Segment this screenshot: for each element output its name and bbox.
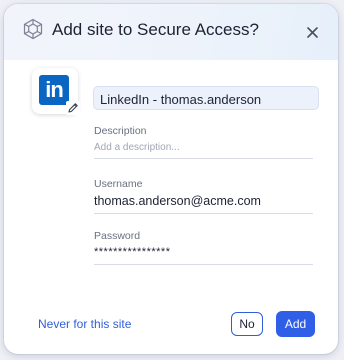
never-for-this-site-link[interactable]: Never for this site <box>38 317 131 331</box>
close-icon <box>306 26 318 38</box>
dialog-header: Add site to Secure Access? <box>4 4 338 60</box>
username-underline <box>94 213 313 214</box>
pencil-icon[interactable] <box>66 101 80 115</box>
dialog-title: Add site to Secure Access? <box>52 20 259 39</box>
no-button[interactable]: No <box>231 312 263 336</box>
site-name-field[interactable]: LinkedIn - thomas.anderson <box>93 86 319 110</box>
description-label: Description <box>94 125 147 137</box>
username-input[interactable]: thomas.anderson@acme.com <box>94 194 312 208</box>
close-button[interactable] <box>302 22 322 42</box>
password-underline <box>94 264 313 265</box>
linkedin-logo: in <box>39 75 69 105</box>
username-label: Username <box>94 178 143 190</box>
description-underline <box>94 158 313 159</box>
description-input[interactable]: Add a description... <box>94 142 312 153</box>
cube-network-icon <box>23 18 43 40</box>
password-input[interactable]: **************** <box>94 246 312 258</box>
add-site-dialog: Add site to Secure Access? in LinkedIn -… <box>4 4 338 354</box>
add-button[interactable]: Add <box>276 311 315 337</box>
site-icon[interactable]: in <box>32 68 80 115</box>
password-label: Password <box>94 230 141 242</box>
